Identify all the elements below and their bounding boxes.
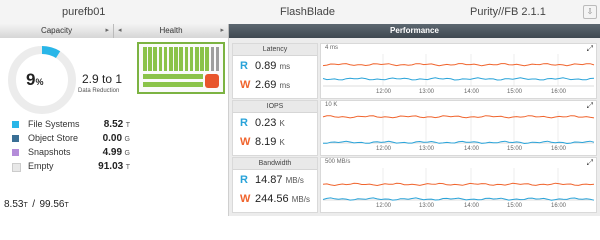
legend-value: 0.00 G — [102, 133, 130, 144]
time-label: 16:00 — [551, 203, 567, 209]
latency-card: Latency R 0.89 ms W 2.69 ms — [232, 43, 318, 99]
blade-slot — [184, 47, 189, 71]
bandwidth-chart[interactable]: 500 MB/s ⤢ 12:00 13:00 14:00 15:00 16:00 — [320, 157, 597, 213]
time-label: 14:00 — [464, 203, 480, 209]
blade-slot — [143, 47, 147, 71]
legend-value: 4.99 G — [102, 147, 130, 158]
capacity-health-pane: 9% 2.9 to 1 Data Reduction File Systems 8… — [0, 38, 229, 216]
iops-write-series — [322, 115, 595, 119]
blade-slot — [174, 47, 178, 71]
section-tabs: Capacity ▸ ◂ Health ▸ Performance — [0, 24, 600, 38]
blade-slot — [215, 47, 220, 71]
array-name: purefb01 — [62, 6, 106, 18]
product-name: FlashBlade — [280, 6, 336, 18]
bandwidth-read-value: 14.87 MB/s — [255, 174, 304, 186]
latency-scale: 4 ms — [325, 45, 339, 51]
tab-capacity[interactable]: Capacity ▸ — [0, 24, 114, 38]
time-label: 14:00 — [464, 89, 480, 95]
legend-label: Object Store — [28, 133, 79, 143]
iops-write-value: 8.19 K — [255, 136, 285, 148]
reduction-ratio: 2.9 to 1 — [82, 72, 123, 86]
blade-slot — [169, 47, 173, 71]
capacity-total: 8.53T / 99.56T — [4, 199, 69, 210]
read-label: R — [240, 117, 248, 129]
chassis-status-bar — [143, 82, 203, 87]
iops-chart[interactable]: 10 K ⤢ 12:00 13:00 14:00 15:00 16:00 — [320, 100, 597, 156]
iops-card: IOPS R 0.23 K W 8.19 K — [232, 100, 318, 156]
blade-slot — [179, 47, 183, 71]
time-label: 13:00 — [419, 146, 435, 152]
latency-write-series — [322, 63, 595, 67]
capacity-percent: 9% — [26, 70, 44, 89]
legend-value: 91.03 T — [98, 161, 130, 172]
bandwidth-write-series — [322, 182, 595, 187]
expand-icon[interactable]: ⤢ — [587, 158, 593, 168]
time-label: 12:00 — [376, 203, 392, 209]
chevron-right-icon: ▸ — [220, 27, 224, 34]
latency-read-value: 0.89 ms — [255, 60, 291, 72]
blade-slots — [143, 47, 221, 71]
reduction-label: Data Reduction — [78, 88, 120, 94]
legend-label: File Systems — [28, 119, 80, 129]
time-label: 15:00 — [507, 89, 523, 95]
health-chassis[interactable] — [137, 42, 225, 94]
expand-icon[interactable]: ⤢ — [587, 101, 593, 111]
tab-performance[interactable]: Performance — [229, 24, 600, 38]
blade-slot — [205, 47, 209, 71]
tab-health[interactable]: ◂ Health ▸ — [114, 24, 229, 38]
blade-slot — [153, 47, 157, 71]
iops-scale: 10 K — [325, 102, 338, 108]
bandwidth-card: Bandwidth R 14.87 MB/s W 244.56 MB/s — [232, 157, 318, 213]
legend-value: 8.52 T — [103, 119, 130, 130]
blade-slot — [195, 47, 199, 71]
blade-slot — [158, 47, 163, 71]
chevron-right-icon: ▸ — [105, 27, 109, 34]
latency-chart[interactable]: 4 ms ⤢ 12:00 13:00 14:00 15:00 16:00 — [320, 43, 597, 99]
latency-read-series — [322, 77, 595, 81]
bandwidth-write-value: 244.56 MB/s — [255, 193, 310, 205]
time-label: 13:00 — [419, 89, 435, 95]
time-label: 13:00 — [419, 203, 435, 209]
bandwidth-title: Bandwidth — [233, 158, 317, 170]
expand-icon[interactable]: ⤢ — [587, 44, 593, 54]
time-label: 12:00 — [376, 89, 392, 95]
iops-read-value: 0.23 K — [255, 117, 285, 129]
blade-slot — [189, 47, 194, 71]
legend-label: Empty — [28, 161, 54, 171]
performance-pane: Latency R 0.89 ms W 2.69 ms 4 ms ⤢ 12:00… — [229, 38, 600, 216]
read-label: R — [240, 174, 248, 186]
write-label: W — [240, 136, 251, 148]
download-icon[interactable]: ⇩ — [583, 5, 597, 19]
iops-title: IOPS — [233, 101, 317, 113]
legend-label: Snapshots — [28, 147, 71, 157]
pure-logo-icon — [205, 74, 219, 88]
legend-swatch — [12, 121, 19, 128]
blade-slot — [148, 47, 152, 71]
legend-swatch — [12, 149, 19, 156]
chassis-status-bar — [143, 74, 203, 79]
latency-write-value: 2.69 ms — [255, 79, 291, 91]
latency-title: Latency — [233, 44, 317, 56]
read-label: R — [240, 60, 248, 72]
legend-swatch — [12, 163, 21, 172]
blade-slot — [163, 47, 168, 71]
time-label: 16:00 — [551, 146, 567, 152]
top-bar: purefb01 FlashBlade Purity//FB 2.1.1 ⇩ — [0, 0, 600, 25]
time-label: 15:00 — [507, 146, 523, 152]
purity-version: Purity//FB 2.1.1 — [470, 6, 546, 18]
write-label: W — [240, 79, 251, 91]
bandwidth-scale: 500 MB/s — [325, 159, 351, 165]
time-label: 16:00 — [551, 89, 567, 95]
time-label: 15:00 — [507, 203, 523, 209]
time-label: 14:00 — [464, 146, 480, 152]
write-label: W — [240, 193, 251, 205]
blade-slot — [200, 47, 204, 71]
legend-swatch — [12, 135, 19, 142]
time-label: 12:00 — [376, 146, 392, 152]
chevron-left-icon: ◂ — [118, 27, 122, 34]
blade-slot — [210, 47, 215, 71]
